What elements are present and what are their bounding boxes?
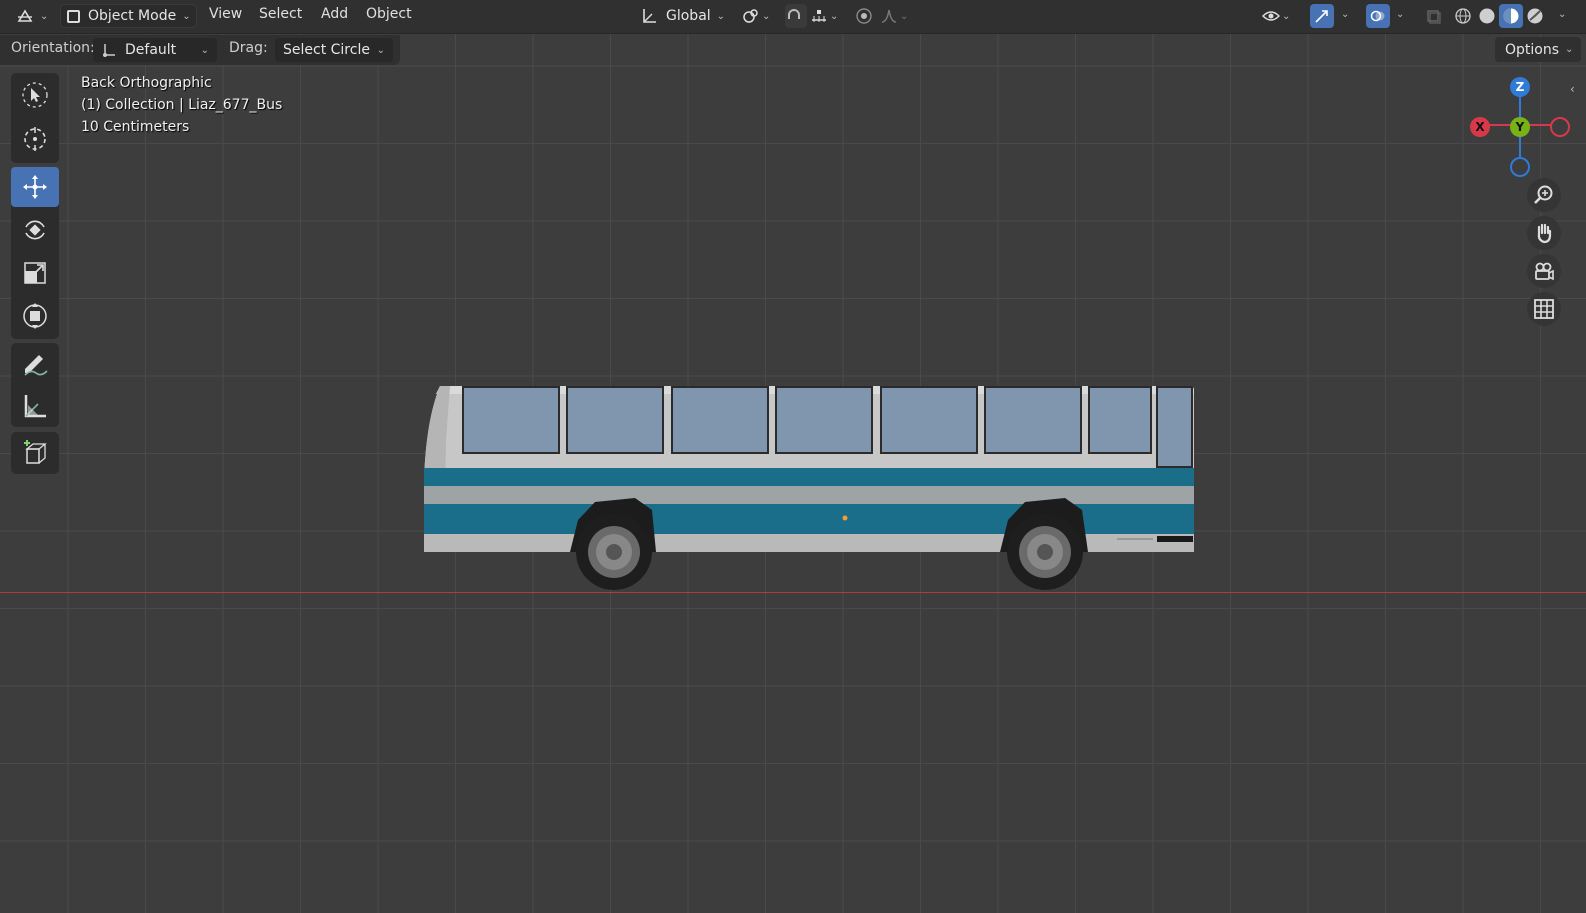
menu-add[interactable]: Add <box>321 6 348 22</box>
overlays-dropdown-chevron[interactable]: ⌄ <box>1396 9 1404 20</box>
transform-orientation-dropdown[interactable]: Global ⌄ <box>640 4 736 28</box>
rotate-icon[interactable] <box>11 210 59 250</box>
menu-select[interactable]: Select <box>259 6 302 22</box>
collection-object-label: (1) Collection | Liaz_677_Bus <box>81 97 283 113</box>
zoom-icon[interactable] <box>1527 178 1561 212</box>
sidebar-toggle-icon[interactable]: ‹ <box>1570 82 1575 96</box>
pan-hand-icon[interactable] <box>1527 216 1561 250</box>
options-dropdown[interactable]: Options ⌄ <box>1495 37 1581 62</box>
gizmo-arrow-icon <box>1315 10 1328 23</box>
rendered-sphere-icon <box>1527 8 1543 24</box>
shading-dropdown-chevron[interactable]: ⌄ <box>1558 9 1566 20</box>
editor-type-button[interactable]: ⌄ <box>16 4 52 28</box>
solid-sphere-icon <box>1479 8 1495 24</box>
snap-target-dropdown[interactable]: ⌄ <box>810 4 846 28</box>
toolbar-group-select <box>11 73 59 163</box>
overlay-circles-icon <box>1370 10 1385 22</box>
select-box-icon[interactable] <box>11 75 59 115</box>
falloff-curve-icon <box>881 9 897 23</box>
orientation-label: Global <box>666 8 711 24</box>
orientation-label: Orientation: <box>11 40 95 56</box>
proportional-edit-toggle[interactable] <box>855 4 877 28</box>
cursor-icon[interactable] <box>11 119 59 159</box>
orientation-gizmo-icon <box>103 44 115 57</box>
shading-rendered[interactable] <box>1524 4 1546 28</box>
gizmos-toggle[interactable] <box>1310 4 1334 28</box>
toolbar-group-transform <box>11 167 59 339</box>
material-sphere-icon <box>1503 8 1519 24</box>
move-icon[interactable] <box>11 167 59 207</box>
mode-label: Object Mode <box>88 8 177 24</box>
menu-view[interactable]: View <box>209 6 242 22</box>
visibility-dropdown[interactable]: ⌄ <box>1262 4 1298 28</box>
measure-icon[interactable] <box>11 386 59 426</box>
orientation-value: Default <box>125 42 177 58</box>
shading-solid[interactable] <box>1476 4 1498 28</box>
rear-wheel <box>1007 514 1083 590</box>
view-name-label: Back Orthographic <box>81 75 212 91</box>
object-mode-icon <box>67 9 80 23</box>
front-wheel <box>576 514 652 590</box>
3d-viewport[interactable]: Back Orthographic (1) Collection | Liaz_… <box>0 0 1586 913</box>
options-label: Options <box>1505 41 1560 58</box>
gizmo-y-axis[interactable]: Y <box>1510 117 1530 137</box>
eye-icon <box>1262 11 1280 21</box>
overlays-toggle[interactable] <box>1366 4 1390 28</box>
pivot-icon <box>743 9 758 23</box>
magnet-icon <box>788 9 800 19</box>
toolbar-group-annotate <box>11 343 59 427</box>
wireframe-sphere-icon <box>1455 8 1471 24</box>
xray-icon <box>1427 10 1441 24</box>
proportional-edit-icon <box>856 8 872 24</box>
xray-toggle[interactable] <box>1422 4 1444 28</box>
shading-wireframe[interactable] <box>1452 4 1474 28</box>
viewport-header: ⌄ Object Mode ⌄ View Select Add Object G… <box>0 0 1586 34</box>
gizmos-dropdown-chevron[interactable]: ⌄ <box>1341 9 1349 20</box>
orientation-dropdown[interactable]: Default ⌄ <box>93 38 217 62</box>
menu-object[interactable]: Object <box>366 6 412 22</box>
pivot-point-dropdown[interactable]: ⌄ <box>742 4 778 28</box>
gizmo-neg-z-axis[interactable] <box>1510 157 1530 177</box>
gizmo-x-axis[interactable]: X <box>1470 117 1490 137</box>
bus-model[interactable] <box>420 380 1210 600</box>
falloff-dropdown[interactable]: ⌄ <box>880 4 914 28</box>
drag-dropdown[interactable]: Select Circle ⌄ <box>275 38 393 62</box>
orientation-axes-icon <box>643 9 656 23</box>
mode-dropdown[interactable]: Object Mode ⌄ <box>60 4 197 28</box>
annotate-icon[interactable] <box>11 343 59 383</box>
snap-increment-icon <box>812 10 826 22</box>
drag-label: Drag: <box>229 40 268 56</box>
shading-material[interactable] <box>1499 4 1523 28</box>
toolbar-group-add <box>11 432 59 474</box>
grid-ortho-icon[interactable] <box>1527 292 1561 326</box>
snap-toggle[interactable] <box>785 4 807 28</box>
gizmo-neg-x-axis[interactable] <box>1550 117 1570 137</box>
transform-icon[interactable] <box>11 296 59 336</box>
scale-icon[interactable] <box>11 253 59 293</box>
camera-view-icon[interactable] <box>1527 254 1561 288</box>
add-cube-icon[interactable] <box>11 433 59 473</box>
viewport-3d-icon <box>17 9 33 22</box>
grid-scale-label: 10 Centimeters <box>81 119 190 135</box>
gizmo-z-axis[interactable]: Z <box>1510 77 1530 97</box>
drag-value: Select Circle <box>283 42 370 58</box>
